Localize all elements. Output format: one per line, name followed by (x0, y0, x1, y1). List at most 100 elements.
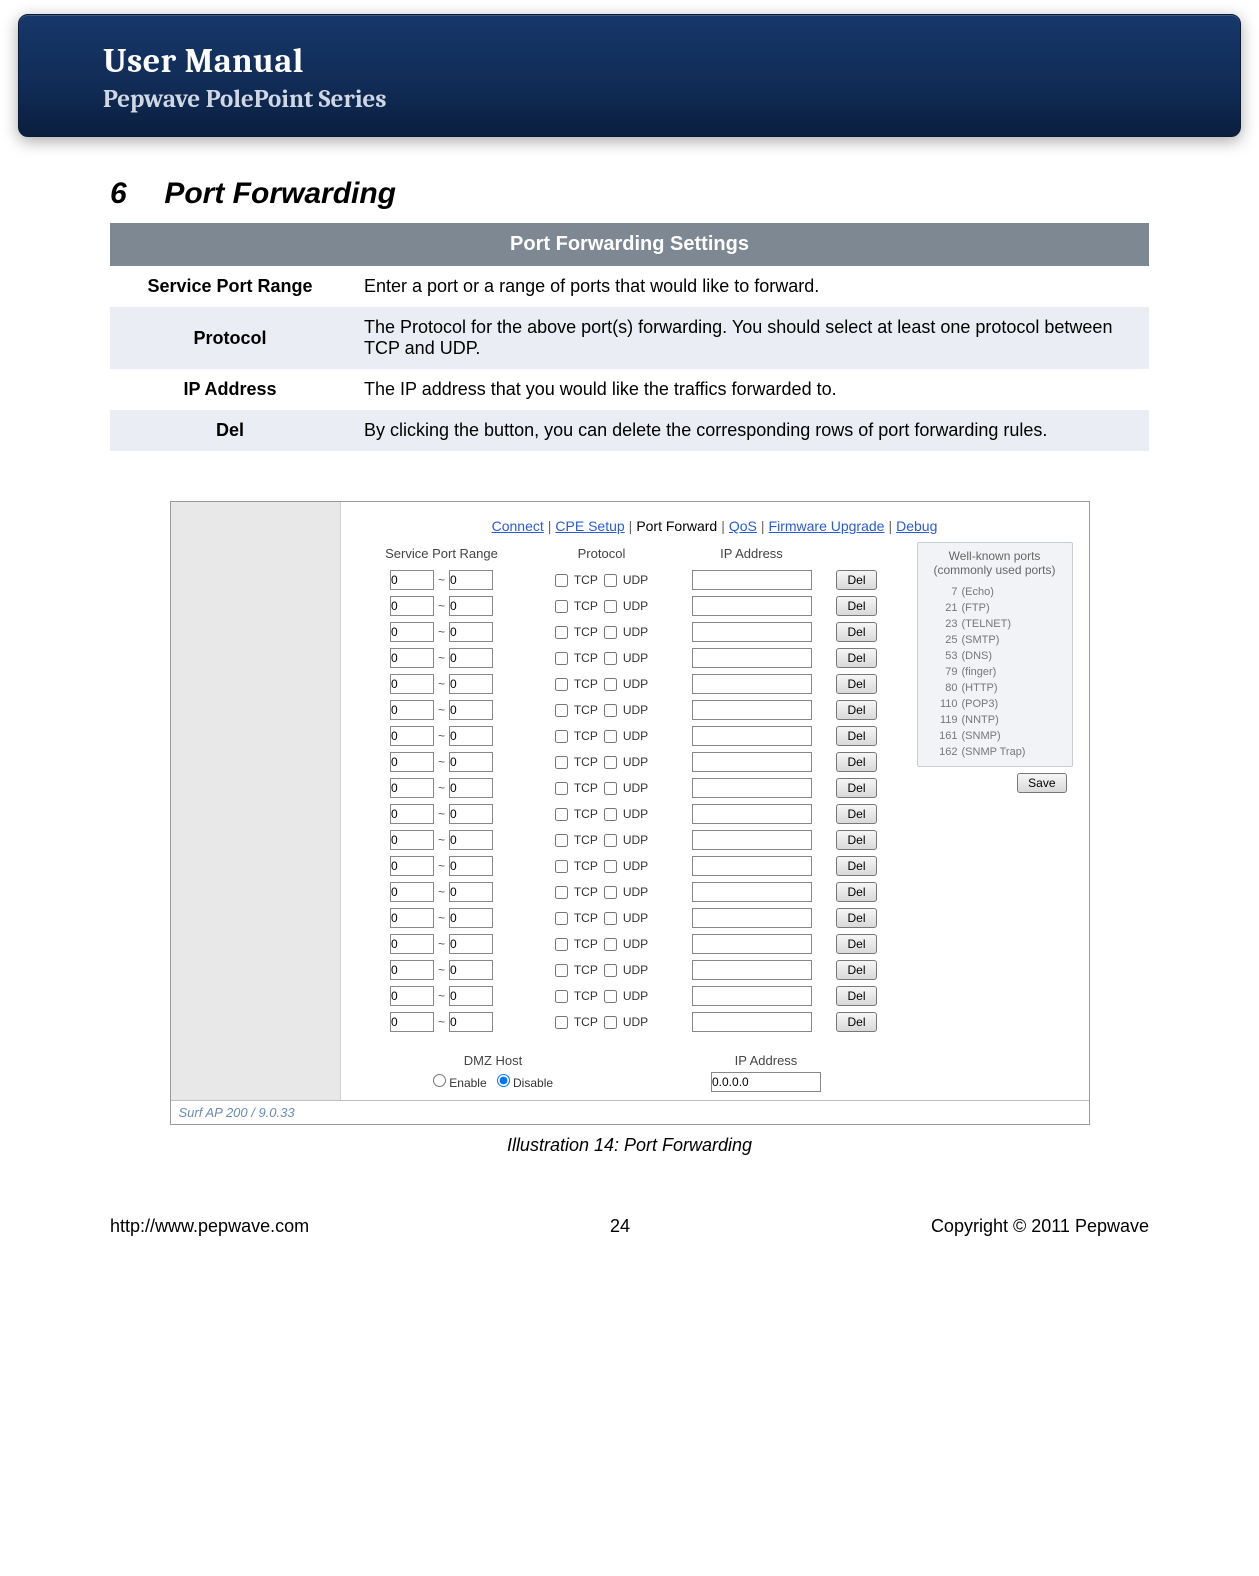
nav-link[interactable]: Firmware Upgrade (769, 518, 885, 534)
delete-button[interactable]: Del (836, 596, 876, 616)
delete-button[interactable]: Del (836, 934, 876, 954)
ip-input[interactable] (692, 674, 812, 694)
tcp-checkbox[interactable] (555, 678, 568, 691)
udp-checkbox[interactable] (604, 600, 617, 613)
port-from-input[interactable] (390, 882, 434, 902)
tcp-checkbox[interactable] (555, 626, 568, 639)
tcp-checkbox[interactable] (555, 652, 568, 665)
ip-input[interactable] (692, 648, 812, 668)
port-to-input[interactable] (449, 856, 493, 876)
port-to-input[interactable] (449, 830, 493, 850)
delete-button[interactable]: Del (836, 830, 876, 850)
delete-button[interactable]: Del (836, 674, 876, 694)
udp-checkbox[interactable] (604, 782, 617, 795)
tcp-checkbox[interactable] (555, 1016, 568, 1029)
udp-checkbox[interactable] (604, 756, 617, 769)
nav-link[interactable]: QoS (729, 518, 757, 534)
port-from-input[interactable] (390, 908, 434, 928)
port-to-input[interactable] (449, 882, 493, 902)
ip-input[interactable] (692, 882, 812, 902)
tcp-checkbox[interactable] (555, 574, 568, 587)
udp-checkbox[interactable] (604, 574, 617, 587)
dmz-disable-radio[interactable] (497, 1074, 510, 1087)
port-from-input[interactable] (390, 778, 434, 798)
delete-button[interactable]: Del (836, 856, 876, 876)
port-to-input[interactable] (449, 700, 493, 720)
delete-button[interactable]: Del (836, 700, 876, 720)
udp-checkbox[interactable] (604, 886, 617, 899)
tcp-checkbox[interactable] (555, 964, 568, 977)
delete-button[interactable]: Del (836, 622, 876, 642)
ip-input[interactable] (692, 1012, 812, 1032)
nav-link[interactable]: CPE Setup (555, 518, 624, 534)
port-from-input[interactable] (390, 570, 434, 590)
port-to-input[interactable] (449, 622, 493, 642)
udp-checkbox[interactable] (604, 808, 617, 821)
delete-button[interactable]: Del (836, 882, 876, 902)
tcp-checkbox[interactable] (555, 912, 568, 925)
udp-checkbox[interactable] (604, 730, 617, 743)
port-to-input[interactable] (449, 752, 493, 772)
delete-button[interactable]: Del (836, 986, 876, 1006)
tcp-checkbox[interactable] (555, 834, 568, 847)
port-from-input[interactable] (390, 960, 434, 980)
ip-input[interactable] (692, 934, 812, 954)
delete-button[interactable]: Del (836, 570, 876, 590)
tcp-checkbox[interactable] (555, 782, 568, 795)
udp-checkbox[interactable] (604, 704, 617, 717)
port-from-input[interactable] (390, 726, 434, 746)
port-from-input[interactable] (390, 700, 434, 720)
port-from-input[interactable] (390, 986, 434, 1006)
delete-button[interactable]: Del (836, 960, 876, 980)
port-to-input[interactable] (449, 960, 493, 980)
udp-checkbox[interactable] (604, 860, 617, 873)
ip-input[interactable] (692, 830, 812, 850)
udp-checkbox[interactable] (604, 1016, 617, 1029)
tcp-checkbox[interactable] (555, 990, 568, 1003)
ip-input[interactable] (692, 908, 812, 928)
ip-input[interactable] (692, 570, 812, 590)
nav-link[interactable]: Debug (896, 518, 937, 534)
tcp-checkbox[interactable] (555, 730, 568, 743)
port-from-input[interactable] (390, 830, 434, 850)
port-from-input[interactable] (390, 674, 434, 694)
dmz-disable-option[interactable]: Disable (497, 1076, 553, 1090)
udp-checkbox[interactable] (604, 652, 617, 665)
udp-checkbox[interactable] (604, 834, 617, 847)
ip-input[interactable] (692, 700, 812, 720)
ip-input[interactable] (692, 986, 812, 1006)
ip-input[interactable] (692, 622, 812, 642)
port-to-input[interactable] (449, 1012, 493, 1032)
port-from-input[interactable] (390, 934, 434, 954)
ip-input[interactable] (692, 856, 812, 876)
tcp-checkbox[interactable] (555, 886, 568, 899)
udp-checkbox[interactable] (604, 912, 617, 925)
udp-checkbox[interactable] (604, 938, 617, 951)
port-to-input[interactable] (449, 674, 493, 694)
tcp-checkbox[interactable] (555, 600, 568, 613)
port-from-input[interactable] (390, 622, 434, 642)
port-to-input[interactable] (449, 986, 493, 1006)
port-to-input[interactable] (449, 596, 493, 616)
tcp-checkbox[interactable] (555, 938, 568, 951)
udp-checkbox[interactable] (604, 964, 617, 977)
tcp-checkbox[interactable] (555, 808, 568, 821)
port-to-input[interactable] (449, 648, 493, 668)
dmz-ip-input[interactable] (711, 1072, 821, 1092)
port-from-input[interactable] (390, 596, 434, 616)
tcp-checkbox[interactable] (555, 860, 568, 873)
port-from-input[interactable] (390, 1012, 434, 1032)
delete-button[interactable]: Del (836, 1012, 876, 1032)
save-button[interactable]: Save (1017, 773, 1066, 793)
udp-checkbox[interactable] (604, 990, 617, 1003)
ip-input[interactable] (692, 960, 812, 980)
port-from-input[interactable] (390, 752, 434, 772)
delete-button[interactable]: Del (836, 804, 876, 824)
port-from-input[interactable] (390, 804, 434, 824)
ip-input[interactable] (692, 726, 812, 746)
port-to-input[interactable] (449, 804, 493, 824)
port-to-input[interactable] (449, 908, 493, 928)
port-to-input[interactable] (449, 570, 493, 590)
delete-button[interactable]: Del (836, 908, 876, 928)
ip-input[interactable] (692, 596, 812, 616)
